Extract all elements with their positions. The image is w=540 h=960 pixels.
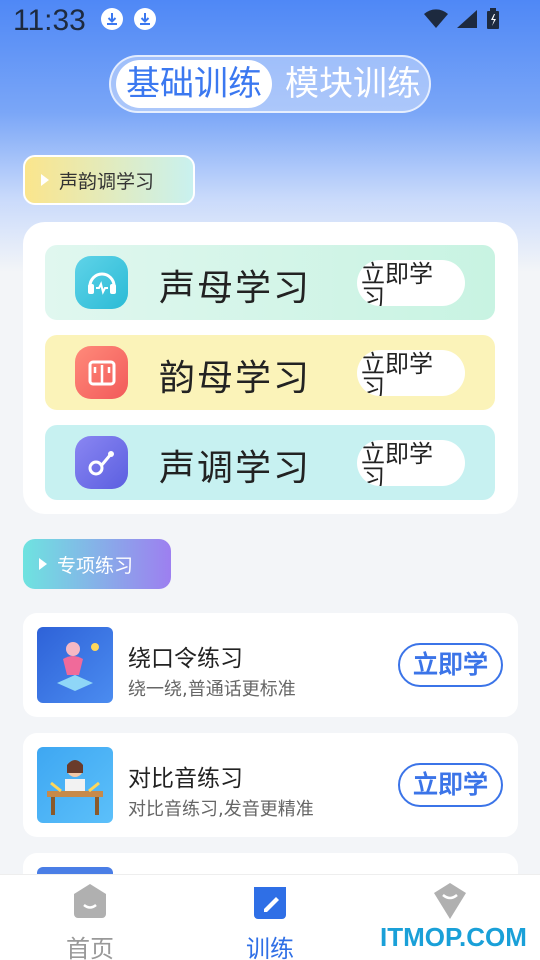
practice-title: 绕口令练习 (128, 646, 243, 672)
row-label: 声调学习 (159, 448, 312, 489)
tab-home[interactable]: 首页 (30, 881, 150, 960)
row-label: 声母学习 (159, 268, 312, 309)
study-row-finals[interactable]: 韵母学习 立即学习 (45, 335, 495, 410)
tab-label: 首页 (66, 935, 114, 960)
status-time: 11:33 (13, 4, 86, 37)
book-icon (75, 346, 128, 399)
start-learning-button[interactable]: 立即学习 (357, 440, 465, 486)
start-practice-button[interactable]: 立即学 (398, 643, 503, 687)
tab-label: 训练 (246, 935, 294, 960)
training-icon (254, 887, 286, 919)
battery-icon (487, 8, 499, 29)
tab-module-training[interactable]: 模块训练 (278, 60, 428, 108)
watermark: ITMOP.COM (380, 922, 527, 952)
study-card: 声母学习 立即学习 韵母学习 立即学习 声调学习 立即学习 (23, 222, 518, 514)
home-icon (74, 884, 106, 918)
section-title: 专项练习 (57, 554, 134, 577)
music-note-icon (75, 436, 128, 489)
contrast-sounds-illustration (37, 747, 113, 823)
play-arrow-icon (39, 558, 47, 570)
headphones-icon (75, 256, 128, 309)
section-tag-special: 专项练习 (23, 539, 171, 589)
download-icon (134, 8, 156, 30)
start-practice-button[interactable]: 立即学 (398, 763, 503, 807)
row-label: 韵母学习 (159, 358, 312, 399)
section-tag-basic: 声韵调学习 (23, 155, 195, 205)
practice-title: 对比音练习 (128, 766, 243, 792)
tab-training[interactable]: 训练 (210, 881, 330, 960)
wifi-icon (424, 9, 448, 28)
mine-icon (434, 883, 466, 919)
study-row-tones[interactable]: 声调学习 立即学习 (45, 425, 495, 500)
start-learning-button[interactable]: 立即学习 (357, 260, 465, 306)
tongue-twister-illustration (37, 627, 113, 703)
study-row-initials[interactable]: 声母学习 立即学习 (45, 245, 495, 320)
start-learning-button[interactable]: 立即学习 (357, 350, 465, 396)
section-title: 声韵调学习 (59, 170, 155, 193)
download-icon (101, 8, 123, 30)
play-arrow-icon (41, 174, 49, 186)
practice-item-contrast-sounds[interactable]: 对比音练习 对比音练习,发音更精准 立即学 (23, 733, 518, 837)
signal-icon (457, 10, 477, 28)
practice-subtitle: 绕一绕,普通话更标准 (128, 679, 296, 700)
practice-item-tongue-twister[interactable]: 绕口令练习 绕一绕,普通话更标准 立即学 (23, 613, 518, 717)
status-bar: 11:33 (0, 0, 540, 42)
practice-subtitle: 对比音练习,发音更精准 (128, 799, 314, 820)
training-mode-switch: 基础训练 模块训练 (109, 55, 431, 113)
tab-basic-training[interactable]: 基础训练 (116, 60, 272, 108)
